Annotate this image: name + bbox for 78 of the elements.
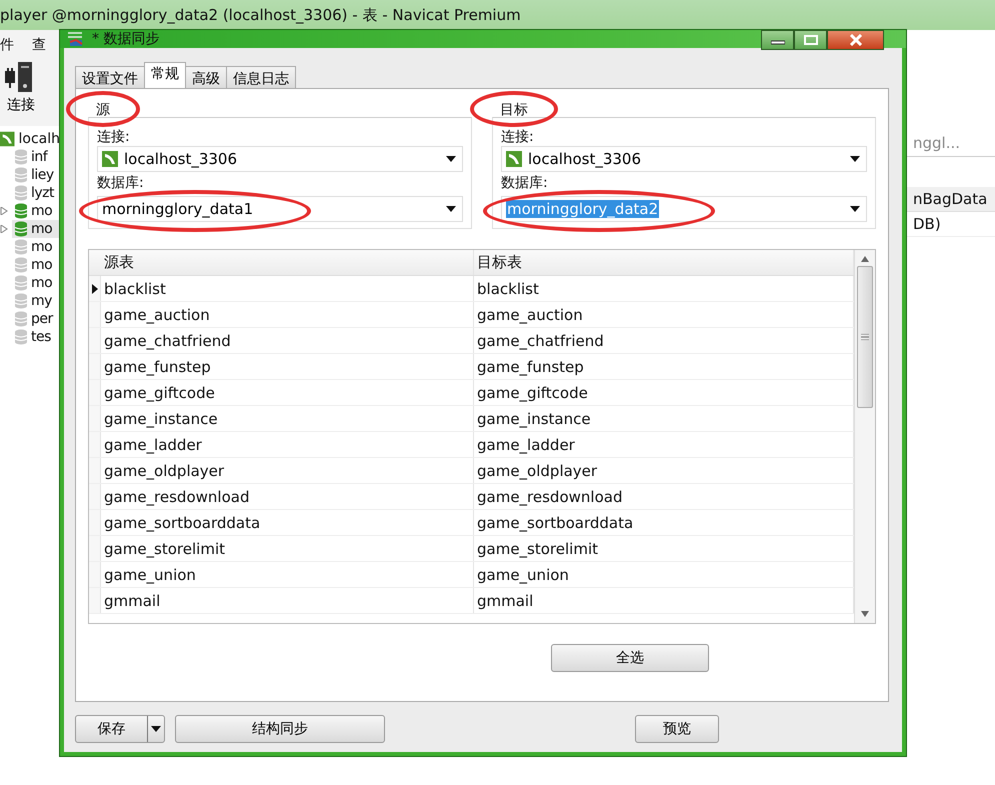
- table-cell: game_union: [101, 562, 474, 587]
- tree-item[interactable]: tes: [12, 328, 60, 346]
- table-cell: gmmail: [101, 588, 474, 613]
- maximize-button[interactable]: [794, 30, 827, 50]
- database-icon: [14, 311, 28, 327]
- table-cell: game_instance: [101, 406, 474, 431]
- column-header[interactable]: 源表: [101, 250, 474, 275]
- field-label: 数据库:: [501, 174, 548, 192]
- table-cell: game_sortboarddata: [101, 510, 474, 535]
- database-icon: [14, 185, 28, 201]
- scroll-down-icon[interactable]: [861, 611, 869, 617]
- preview-button[interactable]: 预览: [635, 715, 719, 743]
- table-cell: game_chatfriend: [101, 328, 474, 353]
- tree-item[interactable]: inf: [12, 148, 60, 166]
- field-label: 连接:: [501, 128, 534, 146]
- tree-item[interactable]: mo: [12, 202, 60, 220]
- column-header[interactable]: nBagData: [905, 187, 995, 212]
- group-legend: 目标: [492, 101, 536, 119]
- maximize-icon: [804, 35, 818, 45]
- database-icon: [14, 329, 28, 345]
- table-cell: game_giftcode: [101, 380, 474, 405]
- dropdown-caret-icon: [850, 156, 860, 162]
- select-all-button[interactable]: 全选: [551, 644, 709, 672]
- database-dropdown[interactable]: morningglory_data1: [97, 196, 463, 222]
- group-legend: 源: [88, 101, 118, 119]
- tab[interactable]: 信息日志: [226, 66, 296, 88]
- close-button[interactable]: [827, 30, 884, 50]
- menu-item[interactable]: 件: [0, 36, 14, 58]
- tree-item[interactable]: lyzt: [12, 184, 60, 202]
- tab[interactable]: 设置文件: [75, 66, 145, 88]
- field-label: 数据库:: [97, 174, 144, 192]
- tab[interactable]: 常规: [144, 62, 186, 88]
- row-header[interactable]: [89, 276, 101, 301]
- minimize-button[interactable]: [761, 30, 794, 50]
- dropdown-caret-icon: [151, 726, 161, 732]
- connection-icon: [506, 151, 522, 167]
- tree-item[interactable]: mo: [12, 238, 60, 256]
- table-cell: game_resdownload: [101, 484, 474, 509]
- close-icon: [848, 34, 862, 46]
- expander-icon[interactable]: [0, 207, 8, 215]
- field-label: 连接:: [97, 128, 130, 146]
- tree-item[interactable]: localh: [0, 130, 60, 148]
- connection-icon: [102, 151, 118, 167]
- dropdown-caret-icon: [446, 206, 456, 212]
- dropdown-caret-icon: [446, 156, 456, 162]
- database-icon: [14, 275, 28, 291]
- tree-item[interactable]: per: [12, 310, 60, 328]
- tree-item[interactable]: mo: [12, 274, 60, 292]
- structure-sync-button[interactable]: 结构同步: [175, 715, 385, 743]
- expander-icon[interactable]: [0, 225, 8, 233]
- database-icon: [14, 149, 28, 165]
- dialog-title: * 数据同步: [92, 30, 160, 48]
- database-icon: [14, 203, 28, 219]
- database-icon: [14, 167, 28, 183]
- tree-item[interactable]: mo: [12, 256, 60, 274]
- database-icon: [14, 221, 28, 237]
- tab[interactable]: 高级: [185, 66, 227, 88]
- menu-item[interactable]: 查: [32, 36, 46, 58]
- dropdown-caret-icon: [850, 206, 860, 212]
- connection-dropdown[interactable]: localhost_3306: [501, 146, 867, 172]
- grip-icon: [861, 334, 869, 340]
- window-title: player @morningglory_data2 (localhost_3306) - 表 - Navicat Premium: [0, 6, 521, 24]
- database-icon: [14, 293, 28, 309]
- current-row-icon: [92, 284, 98, 294]
- table-cell: blacklist: [101, 276, 474, 301]
- table-cell: game_ladder: [101, 432, 474, 457]
- connection-dropdown[interactable]: localhost_3306: [97, 146, 463, 172]
- database-icon: [14, 257, 28, 273]
- table-cell: game_auction: [101, 302, 474, 327]
- tree-item[interactable]: my: [12, 292, 60, 310]
- tree-item[interactable]: liey: [12, 166, 60, 184]
- table-cell: game_oldplayer: [101, 458, 474, 483]
- save-button[interactable]: 保存: [75, 715, 165, 743]
- scroll-up-icon[interactable]: [861, 256, 869, 262]
- table-cell: game_storelimit: [101, 536, 474, 561]
- table-cell: game_funstep: [101, 354, 474, 379]
- scrollbar[interactable]: [854, 250, 875, 623]
- database-icon: [14, 239, 28, 255]
